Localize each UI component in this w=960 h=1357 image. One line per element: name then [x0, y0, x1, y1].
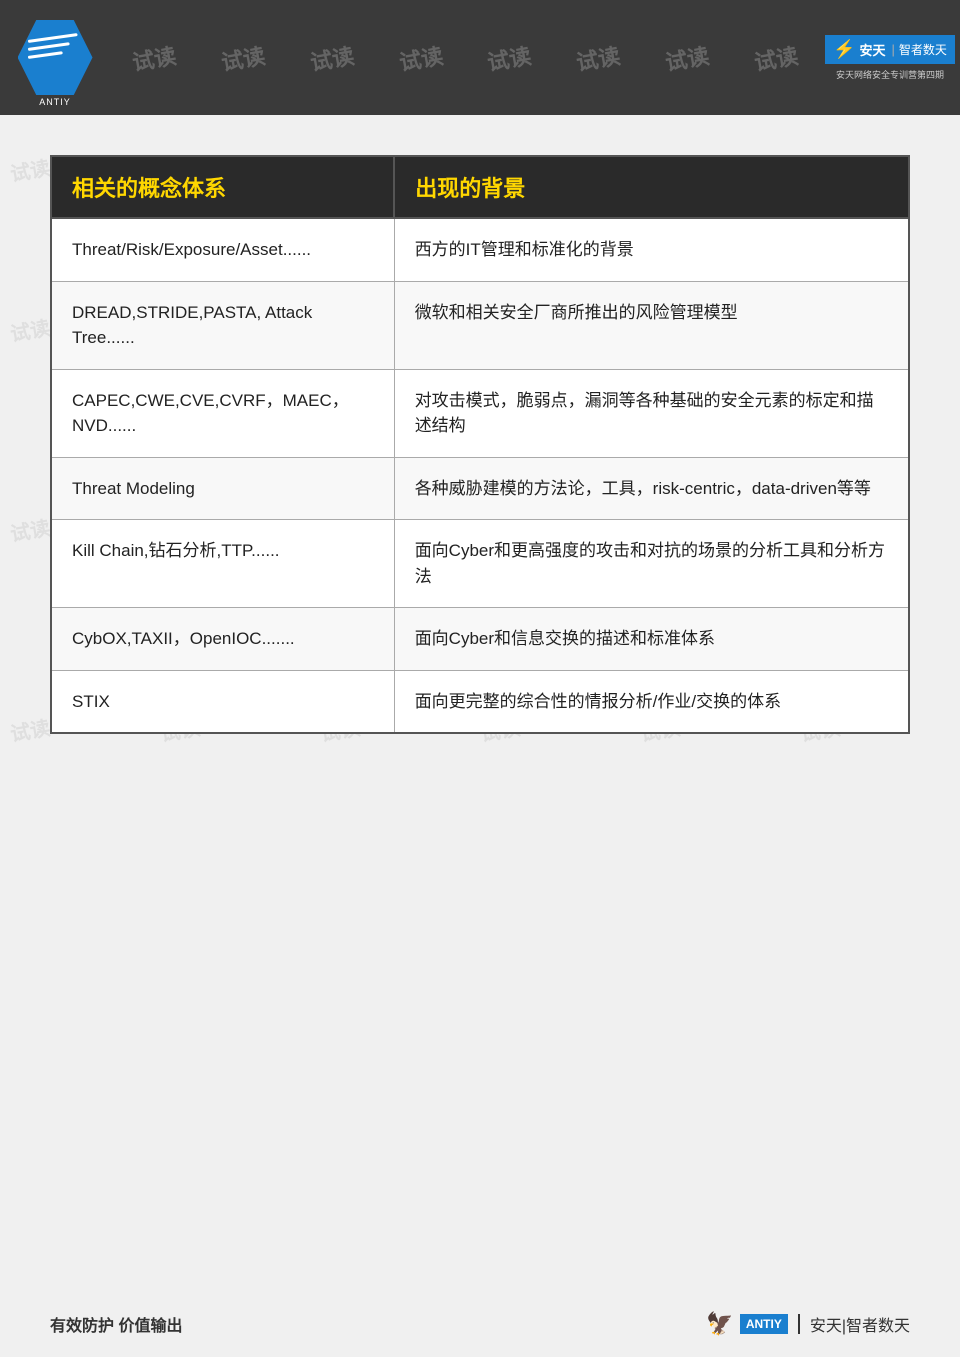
wm-8: 试读	[751, 38, 800, 77]
brand-sub: 智者数天	[899, 41, 947, 58]
table-row: CybOX,TAXII，OpenIOC.......面向Cyber和信息交换的描…	[51, 608, 909, 671]
footer-brand-text: 安天|智者数天	[810, 1312, 910, 1336]
logo-line-2	[27, 42, 69, 51]
footer: 有效防护 价值输出 🦅 ANTIY 安天|智者数天	[0, 1311, 960, 1337]
col2-header: 出现的背景	[394, 156, 909, 218]
footer-divider	[798, 1314, 800, 1334]
wm-5: 试读	[485, 38, 534, 77]
table-cell-background: 西方的IT管理和标准化的背景	[394, 218, 909, 281]
brand-separator: |	[892, 42, 895, 57]
wm-4: 试读	[396, 38, 445, 77]
table-row: CAPEC,CWE,CVE,CVRF，MAEC，NVD......对攻击模式，脆…	[51, 369, 909, 457]
table-cell-concept: CybOX,TAXII，OpenIOC.......	[51, 608, 394, 671]
bwm-13: 试读	[8, 512, 52, 548]
bwm-1: 试读	[8, 152, 52, 188]
logo-line-1	[27, 33, 77, 43]
logo-hexagon	[18, 20, 93, 95]
right-logo: ⚡ 安天 | 智者数天 安天网络安全专训营第四期	[820, 0, 960, 115]
logo-line-3	[27, 51, 62, 59]
table-cell-concept: DREAD,STRIDE,PASTA, Attack Tree......	[51, 281, 394, 369]
wm-7: 试读	[662, 38, 711, 77]
logo-lines	[28, 35, 83, 80]
table-cell-background: 面向Cyber和更高强度的攻击和对抗的场景的分析工具和分析方法	[394, 520, 909, 608]
wm-2: 试读	[219, 38, 268, 77]
wm-6: 试读	[574, 38, 623, 77]
bwm-19: 试读	[8, 712, 52, 748]
table-cell-concept: CAPEC,CWE,CVE,CVRF，MAEC，NVD......	[51, 369, 394, 457]
table-cell-background: 微软和相关安全厂商所推出的风险管理模型	[394, 281, 909, 369]
right-logo-box: ⚡ 安天 | 智者数天	[825, 35, 955, 64]
table-row: Threat Modeling各种威胁建模的方法论，工具，risk-centri…	[51, 457, 909, 520]
table-cell-background: 面向Cyber和信息交换的描述和标准体系	[394, 608, 909, 671]
table-row: Kill Chain,钻石分析,TTP......面向Cyber和更高强度的攻击…	[51, 520, 909, 608]
table-row: DREAD,STRIDE,PASTA, Attack Tree......微软和…	[51, 281, 909, 369]
header: ANTIY 试读 试读 试读 试读 试读 试读 试读 试读 ⚡ 安天 | 智者数…	[0, 0, 960, 115]
logo-area: ANTIY	[0, 0, 110, 115]
wm-1: 试读	[130, 38, 179, 77]
col1-header: 相关的概念体系	[51, 156, 394, 218]
header-watermarks: 试读 试读 试读 试读 试读 试读 试读 试读	[110, 0, 820, 115]
table-header-row: 相关的概念体系 出现的背景	[51, 156, 909, 218]
content-area: 试读 试读 试读 试读 试读 试读 试读 试读 试读 试读 试读 试读 试读 试…	[0, 115, 960, 754]
table-row: Threat/Risk/Exposure/Asset......西方的IT管理和…	[51, 218, 909, 281]
footer-right: 🦅 ANTIY 安天|智者数天	[706, 1311, 910, 1337]
bwm-7: 试读	[8, 312, 52, 348]
table-cell-concept: Kill Chain,钻石分析,TTP......	[51, 520, 394, 608]
right-logo-subtitle: 安天网络安全专训营第四期	[836, 68, 944, 81]
table-cell-background: 对攻击模式，脆弱点，漏洞等各种基础的安全元素的标定和描述结构	[394, 369, 909, 457]
footer-antiy-text: ANTIY	[746, 1317, 782, 1331]
footer-left-text: 有效防护 价值输出	[50, 1312, 182, 1336]
table-body: Threat/Risk/Exposure/Asset......西方的IT管理和…	[51, 218, 909, 733]
footer-antiy-badge: ANTIY	[740, 1314, 788, 1334]
table-cell-concept: Threat/Risk/Exposure/Asset......	[51, 218, 394, 281]
table-cell-concept: STIX	[51, 670, 394, 733]
antiy-label: ANTIY	[0, 97, 110, 107]
right-logo-main-text: 安天	[860, 40, 886, 59]
wm-3: 试读	[307, 38, 356, 77]
table-cell-background: 面向更完整的综合性的情报分析/作业/交换的体系	[394, 670, 909, 733]
table-row: STIX面向更完整的综合性的情报分析/作业/交换的体系	[51, 670, 909, 733]
lightning-icon: ⚡	[833, 39, 855, 60]
footer-bird-icon: 🦅	[706, 1311, 733, 1337]
table-cell-concept: Threat Modeling	[51, 457, 394, 520]
table-cell-background: 各种威胁建模的方法论，工具，risk-centric，data-driven等等	[394, 457, 909, 520]
main-table: 相关的概念体系 出现的背景 Threat/Risk/Exposure/Asset…	[50, 155, 910, 734]
